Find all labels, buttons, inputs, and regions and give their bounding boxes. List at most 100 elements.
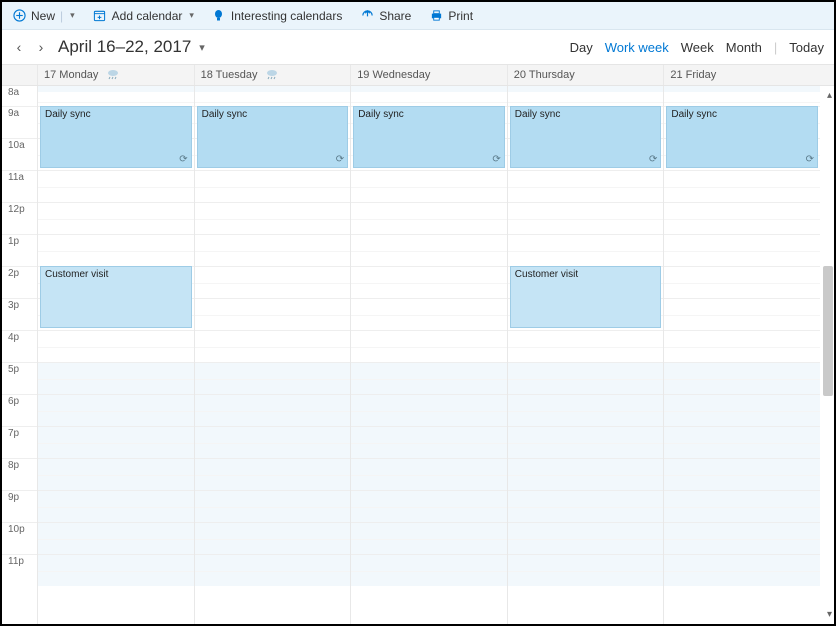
time-slot[interactable] <box>195 298 351 330</box>
time-slot[interactable] <box>38 426 194 458</box>
time-slot[interactable] <box>351 202 507 234</box>
time-slot[interactable] <box>351 86 507 106</box>
add-calendar-button[interactable]: Add calendar ▾ <box>93 9 194 23</box>
time-slot[interactable] <box>508 426 664 458</box>
scroll-down-button[interactable]: ▾ <box>827 609 832 620</box>
scrollbar-thumb[interactable] <box>823 266 833 396</box>
time-slot[interactable] <box>351 458 507 490</box>
day-column[interactable]: Daily sync⟳ <box>194 86 351 624</box>
day-header[interactable]: 21 Friday <box>663 65 820 85</box>
time-slot[interactable] <box>38 362 194 394</box>
time-slot[interactable] <box>508 330 664 362</box>
time-slot[interactable] <box>664 490 820 522</box>
day-column[interactable]: Daily sync⟳ <box>663 86 820 624</box>
time-slot[interactable] <box>508 202 664 234</box>
time-slot[interactable] <box>508 458 664 490</box>
time-slot[interactable] <box>351 266 507 298</box>
day-column[interactable]: Daily sync⟳ Customer visit <box>507 86 664 624</box>
time-slot[interactable] <box>664 298 820 330</box>
day-header[interactable]: 18 Tuesday <box>194 65 351 85</box>
time-slot[interactable] <box>508 522 664 554</box>
time-slot[interactable] <box>664 426 820 458</box>
time-slot[interactable] <box>351 490 507 522</box>
view-day[interactable]: Day <box>570 40 593 55</box>
time-slot[interactable] <box>351 298 507 330</box>
calendar-event[interactable]: Daily sync⟳ <box>353 106 505 168</box>
time-slot[interactable] <box>508 170 664 202</box>
share-button[interactable]: Share <box>360 9 411 23</box>
time-slot[interactable] <box>195 234 351 266</box>
time-slot[interactable] <box>664 458 820 490</box>
time-slot[interactable] <box>508 394 664 426</box>
time-slot[interactable] <box>508 362 664 394</box>
view-today[interactable]: Today <box>789 40 824 55</box>
time-slot[interactable] <box>664 522 820 554</box>
time-slot[interactable] <box>508 554 664 586</box>
time-slot[interactable] <box>351 394 507 426</box>
time-slot[interactable] <box>351 330 507 362</box>
time-slot[interactable] <box>195 426 351 458</box>
time-slot[interactable] <box>351 234 507 266</box>
day-header[interactable]: 19 Wednesday <box>350 65 507 85</box>
time-slot[interactable] <box>38 234 194 266</box>
time-slot[interactable] <box>664 266 820 298</box>
time-slot[interactable] <box>508 490 664 522</box>
calendar-event[interactable]: Daily sync⟳ <box>197 106 349 168</box>
time-slot[interactable] <box>38 170 194 202</box>
calendar-event[interactable]: Customer visit <box>510 266 662 328</box>
time-slot[interactable] <box>664 330 820 362</box>
time-slot[interactable] <box>38 522 194 554</box>
view-work-week[interactable]: Work week <box>605 40 669 55</box>
time-slot[interactable] <box>195 490 351 522</box>
time-slot[interactable] <box>195 554 351 586</box>
time-slot[interactable] <box>351 554 507 586</box>
view-month[interactable]: Month <box>726 40 762 55</box>
time-slot[interactable] <box>195 522 351 554</box>
time-slot[interactable] <box>195 202 351 234</box>
prev-week-button[interactable]: ‹ <box>12 39 26 55</box>
day-header[interactable]: 17 Monday <box>37 65 194 85</box>
interesting-calendars-button[interactable]: Interesting calendars <box>212 9 342 23</box>
time-slot[interactable] <box>664 170 820 202</box>
time-slot[interactable] <box>38 394 194 426</box>
time-slot[interactable] <box>38 554 194 586</box>
time-slot[interactable] <box>664 394 820 426</box>
print-button[interactable]: Print <box>429 9 473 23</box>
time-slot[interactable] <box>195 458 351 490</box>
time-slot[interactable] <box>351 362 507 394</box>
time-slot[interactable] <box>195 394 351 426</box>
time-slot[interactable] <box>664 234 820 266</box>
time-slot[interactable] <box>38 330 194 362</box>
time-slot[interactable] <box>195 266 351 298</box>
time-slot[interactable] <box>664 202 820 234</box>
time-slot[interactable] <box>195 170 351 202</box>
time-slot[interactable] <box>38 458 194 490</box>
calendar-event[interactable]: Customer visit <box>40 266 192 328</box>
time-slot[interactable] <box>664 554 820 586</box>
time-slot[interactable] <box>351 522 507 554</box>
time-slot[interactable] <box>508 234 664 266</box>
time-slot[interactable] <box>195 362 351 394</box>
time-slot[interactable] <box>664 362 820 394</box>
time-slot[interactable] <box>195 330 351 362</box>
next-week-button[interactable]: › <box>34 39 48 55</box>
day-header[interactable]: 20 Thursday <box>507 65 664 85</box>
day-column[interactable]: Daily sync⟳ <box>350 86 507 624</box>
new-button[interactable]: New | ▾ <box>12 9 75 23</box>
calendar-event[interactable]: Daily sync⟳ <box>40 106 192 168</box>
scroll-up-button[interactable]: ▴ <box>827 90 832 101</box>
time-slot[interactable] <box>195 86 351 106</box>
date-range-picker[interactable]: April 16–22, 2017 ▾ <box>58 37 205 57</box>
calendar-event[interactable]: Daily sync⟳ <box>666 106 818 168</box>
time-slot[interactable] <box>508 86 664 106</box>
event-title: Daily sync <box>515 109 561 120</box>
time-slot[interactable] <box>38 490 194 522</box>
day-column[interactable]: Daily sync⟳ Customer visit <box>37 86 194 624</box>
time-slot[interactable] <box>38 86 194 106</box>
view-week[interactable]: Week <box>681 40 714 55</box>
calendar-event[interactable]: Daily sync⟳ <box>510 106 662 168</box>
time-slot[interactable] <box>351 426 507 458</box>
time-slot[interactable] <box>351 170 507 202</box>
time-slot[interactable] <box>38 202 194 234</box>
time-slot[interactable] <box>664 86 820 106</box>
